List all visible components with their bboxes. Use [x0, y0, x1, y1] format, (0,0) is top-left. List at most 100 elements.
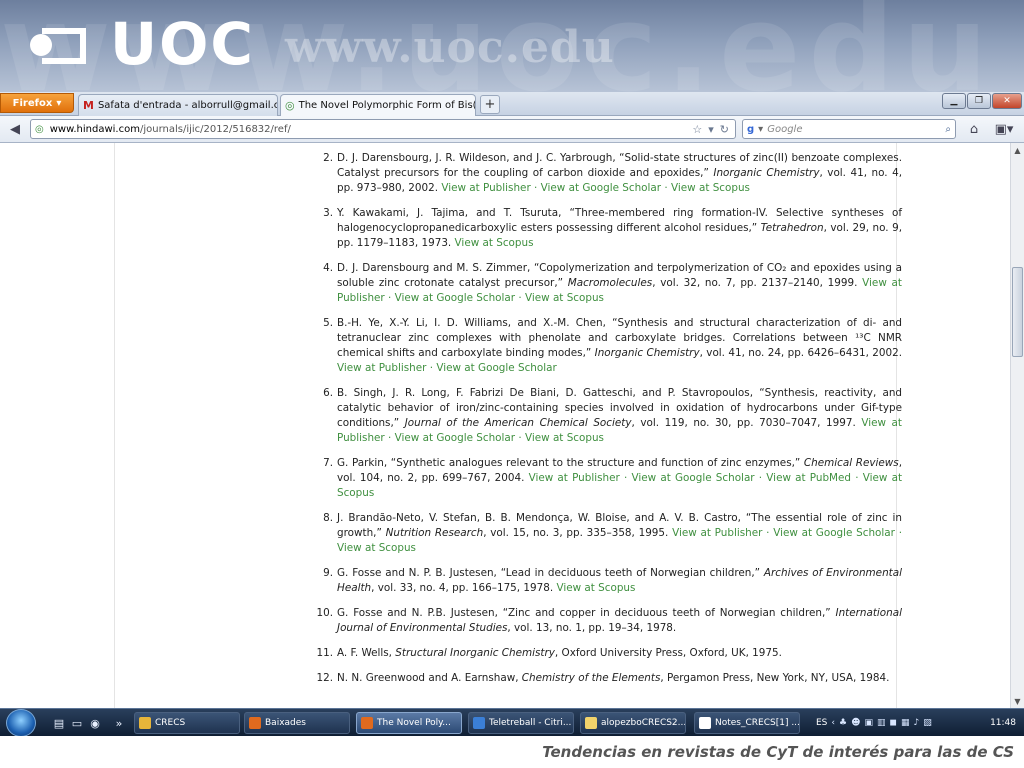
tray-expand-icon[interactable]: ‹: [831, 718, 835, 728]
site-identity-icon: ◎: [35, 123, 44, 135]
home-icon: ⌂: [969, 121, 979, 137]
tray-app-icon[interactable]: ▣: [864, 718, 873, 728]
reference-number: 10.: [316, 607, 333, 619]
reference-link[interactable]: View at Scopus: [671, 182, 750, 194]
reference-item: 6. B. Singh, J. R. Long, F. Fabrizi De Bi…: [323, 386, 902, 446]
taskbar-item[interactable]: The Novel Poly...: [356, 712, 462, 734]
close-window-button[interactable]: ✕: [992, 93, 1022, 109]
site-icon: ◎: [285, 99, 295, 112]
taskbar-item[interactable]: Notes_CRECS[1] ...: [694, 712, 800, 734]
reload-icon[interactable]: ↻: [720, 123, 729, 136]
uoc-url: www.uoc.edu: [285, 22, 615, 73]
browser-tab-bar: Firefox ▾ M Safata d'entrada - alborrull@…: [0, 92, 1024, 116]
reference-link[interactable]: View at Publisher: [672, 527, 762, 539]
url-domain: www.hindawi.com: [49, 123, 140, 135]
reference-details: , vol. 119, no. 30, pp. 7030–7047, 1997.: [631, 417, 862, 429]
reference-link[interactable]: View at Scopus: [525, 432, 604, 444]
tab-hindawi[interactable]: ◎ The Novel Polymorphic Form of Bis(3...…: [280, 94, 476, 116]
reference-link[interactable]: View at Google Scholar: [773, 527, 895, 539]
menu-icon: ▣▾: [994, 121, 1014, 137]
back-arrow-icon: ◀: [10, 121, 20, 137]
reference-journal: Macromolecules: [567, 277, 653, 289]
show-desktop-icon[interactable]: ▤: [52, 716, 66, 730]
url-bar[interactable]: ◎ www.hindawi.com/journals/ijic/2012/516…: [30, 119, 736, 139]
tray-app-icon[interactable]: ☻: [851, 718, 860, 728]
reference-link[interactable]: View at Publisher: [441, 182, 530, 194]
tray-app-icon[interactable]: ♣: [839, 718, 847, 728]
taskbar-item[interactable]: Baixades: [244, 712, 350, 734]
scrollbar-thumb[interactable]: [1012, 267, 1023, 357]
app-icon: [585, 717, 597, 729]
tray-app-icon[interactable]: ▧: [923, 718, 932, 728]
volume-icon[interactable]: ♪: [914, 718, 920, 728]
reference-link[interactable]: View at Google Scholar: [631, 472, 754, 484]
taskbar-item[interactable]: alopezboCRECS2...: [580, 712, 686, 734]
vertical-scrollbar[interactable]: ▲ ▼: [1010, 143, 1024, 708]
start-button[interactable]: [6, 709, 36, 737]
reference-authors-title: G. Parkin, “Synthetic analogues relevant…: [337, 457, 804, 469]
home-button[interactable]: ⌂: [962, 119, 986, 139]
taskbar-item-label: Notes_CRECS[1] ...: [715, 718, 800, 728]
search-engine-dropdown-icon[interactable]: ▾: [758, 124, 763, 135]
page-viewport: 2. D. J. Darensbourg, J. R. Wildeson, and…: [0, 143, 1010, 708]
taskbar-item[interactable]: CRECS: [134, 712, 240, 734]
window-controls: ▁ ❐ ✕: [942, 93, 1022, 109]
footer-text: Tendencias en revistas de CyT de interés…: [542, 743, 1014, 761]
language-indicator[interactable]: ES: [816, 718, 827, 728]
reference-details: , vol. 15, no. 3, pp. 335–358, 1995.: [483, 527, 673, 539]
clock[interactable]: 11:48: [990, 718, 1024, 728]
dropdown-arrow-icon[interactable]: ▾: [708, 123, 714, 136]
app-icon: [361, 717, 373, 729]
reference-item: 11. A. F. Wells, Structural Inorganic Che…: [316, 646, 902, 661]
google-icon: g: [747, 123, 755, 135]
reference-link[interactable]: View at Scopus: [556, 582, 635, 594]
reference-journal: Nutrition Research: [385, 527, 484, 539]
tab-gmail[interactable]: M Safata d'entrada - alborrull@gmail.co.…: [78, 94, 278, 116]
taskbar-item-label: Baixades: [265, 718, 306, 728]
system-tray: ES ‹ ♣ ☻ ▣ ▥ ◼ ▦ ♪ ▧ 11:48: [812, 712, 1024, 734]
reference-link[interactable]: View at Scopus: [337, 542, 416, 554]
reference-link[interactable]: View at Google Scholar: [395, 432, 515, 444]
reference-authors-title: A. F. Wells,: [337, 647, 396, 659]
reference-link[interactable]: View at Scopus: [525, 292, 604, 304]
reference-item: 9. G. Fosse and N. P. B. Justesen, “Lead …: [323, 566, 902, 596]
navigation-bar: ◀ ◎ www.hindawi.com/journals/ijic/2012/5…: [0, 116, 1024, 143]
reference-link[interactable]: View at Google Scholar: [395, 292, 515, 304]
reference-link[interactable]: View at Scopus: [455, 237, 534, 249]
tab-title: The Novel Polymorphic Form of Bis(3...: [298, 100, 476, 111]
restore-button[interactable]: ❐: [967, 93, 991, 109]
search-icon[interactable]: ⌕: [945, 124, 955, 135]
tray-app-icon[interactable]: ◼: [890, 718, 897, 728]
taskbar-item[interactable]: Teletreball - Citri...: [468, 712, 574, 734]
reference-details: , vol. 32, no. 7, pp. 2137–2140, 1999.: [652, 277, 863, 289]
network-icon[interactable]: ▦: [901, 718, 910, 728]
reference-link[interactable]: View at Publisher: [529, 472, 620, 484]
addons-menu-button[interactable]: ▣▾: [990, 119, 1018, 139]
quicklaunch-icon[interactable]: ◉: [88, 716, 102, 730]
reference-link[interactable]: View at Publisher: [337, 362, 426, 374]
tray-app-icon[interactable]: ▥: [877, 718, 886, 728]
reference-details: , vol. 13, no. 1, pp. 19–34, 1978.: [507, 622, 677, 634]
scroll-up-icon[interactable]: ▲: [1011, 143, 1024, 157]
reference-authors-title: G. Fosse and N. P. B. Justesen, “Lead in…: [337, 567, 764, 579]
search-input[interactable]: g ▾ Google ⌕: [742, 119, 956, 139]
more-quicklaunch-icon[interactable]: »: [112, 716, 126, 730]
bookmark-star-icon[interactable]: ☆: [692, 123, 702, 136]
slide-footer: Tendencias en revistas de CyT de interés…: [0, 736, 1024, 768]
reference-number: 12.: [316, 672, 333, 684]
article-content: 2. D. J. Darensbourg, J. R. Wildeson, and…: [114, 143, 902, 708]
taskbar-item-label: CRECS: [155, 718, 186, 728]
reference-link[interactable]: View at Google Scholar: [541, 182, 661, 194]
reference-link[interactable]: View at Google Scholar: [436, 362, 556, 374]
back-button[interactable]: ◀: [4, 119, 26, 139]
scroll-down-icon[interactable]: ▼: [1011, 694, 1024, 708]
gmail-icon: M: [83, 99, 94, 112]
app-icon: [699, 717, 711, 729]
reference-link[interactable]: View at PubMed: [766, 472, 851, 484]
minimize-button[interactable]: ▁: [942, 93, 966, 109]
reference-item: 10. G. Fosse and N. P.B. Justesen, “Zinc …: [316, 606, 902, 636]
firefox-menu-button[interactable]: Firefox ▾: [0, 93, 74, 113]
quicklaunch-icon[interactable]: ▭: [70, 716, 84, 730]
reference-item: 7. G. Parkin, “Synthetic analogues releva…: [323, 456, 902, 501]
new-tab-button[interactable]: +: [480, 95, 500, 114]
